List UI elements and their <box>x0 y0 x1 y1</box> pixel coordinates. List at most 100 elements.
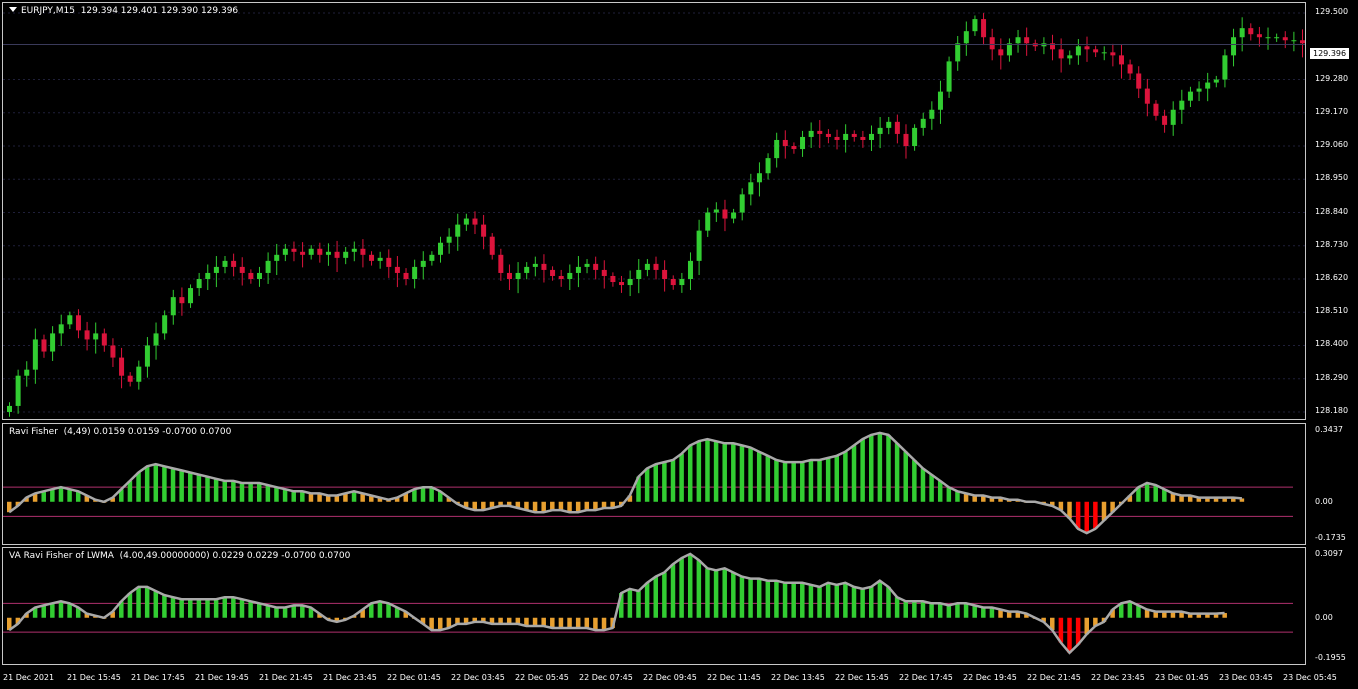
candle-body <box>963 31 969 44</box>
histogram-bar <box>894 597 900 618</box>
histogram-bar <box>791 462 796 502</box>
candle-body <box>256 272 262 279</box>
candle-body <box>946 61 952 92</box>
price-tick-label: 128.180 <box>1315 405 1349 415</box>
candle-body <box>179 297 185 304</box>
candle-body <box>506 272 512 279</box>
candle-body <box>1222 55 1228 80</box>
candle-body <box>136 366 142 382</box>
ravi-fisher-panel[interactable]: Ravi Fisher (4,49) 0.0159 0.0159 -0.0700… <box>2 423 1306 545</box>
histogram-bar <box>817 586 822 618</box>
histogram-bar <box>808 460 814 502</box>
candle-body <box>50 333 56 352</box>
signal-line <box>8 431 1243 535</box>
candle-body <box>1024 37 1030 44</box>
candle-body <box>1093 49 1099 53</box>
candle-body <box>377 257 383 261</box>
histogram-bar <box>438 617 443 631</box>
histogram-bar <box>696 441 702 502</box>
histogram-bar <box>162 595 167 618</box>
histogram-bar <box>213 599 219 618</box>
histogram-bar <box>231 597 236 618</box>
candle-body <box>515 272 521 279</box>
price-tick-label: 129.060 <box>1315 140 1349 150</box>
price-chart-title[interactable]: EURJPY,M15 129.394 129.401 129.390 129.3… <box>9 6 238 16</box>
candle-body <box>912 127 918 147</box>
candle-body <box>446 236 452 243</box>
ravi-fisher-histogram <box>3 431 1293 535</box>
candle-body <box>308 248 314 255</box>
histogram-bar <box>955 603 960 618</box>
candle-body <box>843 133 849 140</box>
histogram-bar <box>843 582 848 618</box>
histogram-bar <box>800 462 805 502</box>
histogram-bar <box>300 605 305 618</box>
dropdown-triangle-icon[interactable] <box>9 7 17 12</box>
histogram-bar <box>291 605 296 618</box>
candle-body <box>662 269 668 279</box>
candle-body <box>722 209 728 219</box>
price-tick-label: 128.290 <box>1315 372 1349 382</box>
candle-body <box>1075 46 1081 56</box>
histogram-bar <box>731 572 736 618</box>
candle-body <box>1101 52 1107 54</box>
histogram-bar <box>946 605 952 618</box>
histogram-bar <box>256 482 262 502</box>
candle-body <box>438 242 443 255</box>
candle-body <box>162 315 168 334</box>
candle-body <box>472 218 478 225</box>
histogram-bar <box>636 590 641 618</box>
histogram-bar <box>653 464 658 502</box>
candle-body <box>955 43 961 62</box>
candle-body <box>1256 34 1262 38</box>
histogram-bar <box>860 439 865 502</box>
candle-body <box>351 248 357 252</box>
histogram-bar <box>179 470 184 502</box>
candle-body <box>317 248 323 255</box>
candle-body <box>903 133 909 147</box>
histogram-bar <box>851 586 857 618</box>
histogram-bar <box>877 580 883 618</box>
candle-body <box>1118 55 1124 65</box>
histogram-bar <box>136 472 141 502</box>
histogram-bar <box>205 599 210 618</box>
indicator-tick-label: 0.3437 <box>1315 425 1343 434</box>
histogram-bar <box>687 553 693 618</box>
histogram-bar <box>817 460 822 502</box>
histogram-bar <box>756 451 762 502</box>
candle-body <box>498 254 504 273</box>
candle-body <box>575 266 581 273</box>
candle-body <box>800 136 806 150</box>
histogram-bar <box>265 605 271 618</box>
va-ravi-fisher-title: VA Ravi Fisher of LWMA (4.00,49.00000000… <box>9 551 351 561</box>
histogram-bar <box>774 580 779 618</box>
candle-body <box>1127 64 1133 74</box>
histogram-bar <box>731 443 736 502</box>
candle-body <box>1282 37 1288 41</box>
candle-body <box>601 269 607 276</box>
histogram-bar <box>136 586 141 618</box>
price-chart-panel[interactable]: EURJPY,M15 129.394 129.401 129.390 129.3… <box>2 2 1306 420</box>
candle-body <box>981 19 987 38</box>
histogram-bar <box>825 582 831 618</box>
histogram-bar <box>756 578 762 618</box>
histogram-bar <box>808 584 814 618</box>
candle-body <box>170 297 176 316</box>
histogram-bar <box>644 582 650 618</box>
histogram-bar <box>1153 485 1158 502</box>
candle-body <box>24 369 30 376</box>
candle-body <box>627 279 633 286</box>
candle-body <box>989 37 995 50</box>
histogram-bar <box>679 558 684 618</box>
candle-body <box>1205 82 1211 89</box>
histogram-bar <box>696 560 702 618</box>
histogram-bar <box>653 576 658 618</box>
histogram-bar <box>886 586 891 618</box>
histogram-bar <box>188 472 193 502</box>
va-ravi-fisher-panel[interactable]: VA Ravi Fisher of LWMA (4.00,49.00000000… <box>2 547 1306 665</box>
candle-body <box>851 133 857 137</box>
candle-body <box>610 275 616 283</box>
histogram-bar <box>722 443 727 502</box>
histogram-bar <box>196 474 202 502</box>
candle-body <box>127 375 133 382</box>
